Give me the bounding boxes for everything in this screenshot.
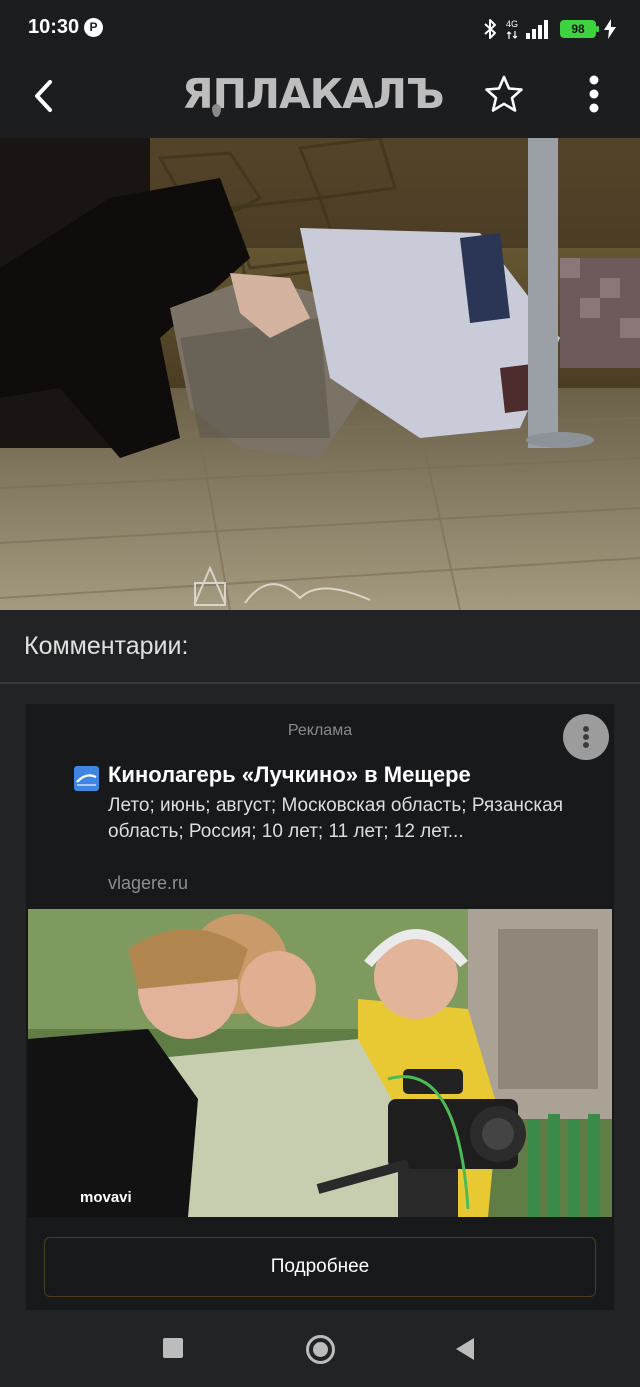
back-button[interactable] [24, 74, 68, 118]
ad-menu-button[interactable] [563, 714, 609, 760]
status-bar: 10:30 P 4G 98 [0, 0, 640, 58]
ad-details-button[interactable]: Подробнее [44, 1237, 596, 1297]
more-vertical-icon [589, 75, 599, 113]
battery-indicator: 98 [560, 20, 599, 38]
ad-photo [28, 909, 612, 1217]
data-arrows-icon [506, 30, 517, 39]
back-arrow-icon [35, 80, 52, 112]
status-icons: 4G 98 [482, 16, 616, 42]
ad-image[interactable]: movavi [28, 909, 612, 1217]
article-photo [0, 138, 640, 610]
ad-image-watermark: movavi [80, 1189, 132, 1206]
more-vertical-icon [583, 726, 589, 732]
ad-description: Лето; июнь; август; Московская область; … [108, 795, 564, 842]
app-bar: ЯПЛАКАЛЪ [0, 58, 640, 138]
back-triangle-icon[interactable] [456, 1338, 474, 1360]
system-nav-bar [0, 1310, 640, 1387]
bluetooth-icon [484, 19, 496, 39]
star-outline-icon [485, 75, 523, 112]
ad-domain[interactable]: vlagere.ru [108, 873, 188, 894]
ad-card[interactable]: Реклама Кинолагерь «Лучкино» в Мещере Ле… [26, 704, 614, 1310]
ad-favicon-icon [74, 766, 99, 791]
ad-label: Реклама [287, 722, 353, 739]
comments-header: Комментарии: [0, 610, 640, 684]
favorite-button[interactable] [482, 72, 526, 116]
site-logo[interactable]: ЯПЛАКАЛЪ [182, 70, 462, 120]
home-icon[interactable] [306, 1335, 335, 1364]
ad-title[interactable]: Кинолагерь «Лучкино» в Мещере [108, 762, 471, 788]
charging-bolt-icon [604, 19, 616, 39]
notification-p-icon: P [84, 18, 103, 37]
network-indicator: 4G [505, 18, 518, 39]
article-image[interactable] [0, 138, 640, 610]
status-time: 10:30 [28, 16, 80, 38]
signal-icon [526, 20, 548, 39]
more-options-button[interactable] [574, 72, 614, 116]
network-label: 4G [505, 18, 518, 29]
comments-title: Комментарии: [24, 632, 189, 660]
recent-apps-icon[interactable] [163, 1338, 183, 1358]
